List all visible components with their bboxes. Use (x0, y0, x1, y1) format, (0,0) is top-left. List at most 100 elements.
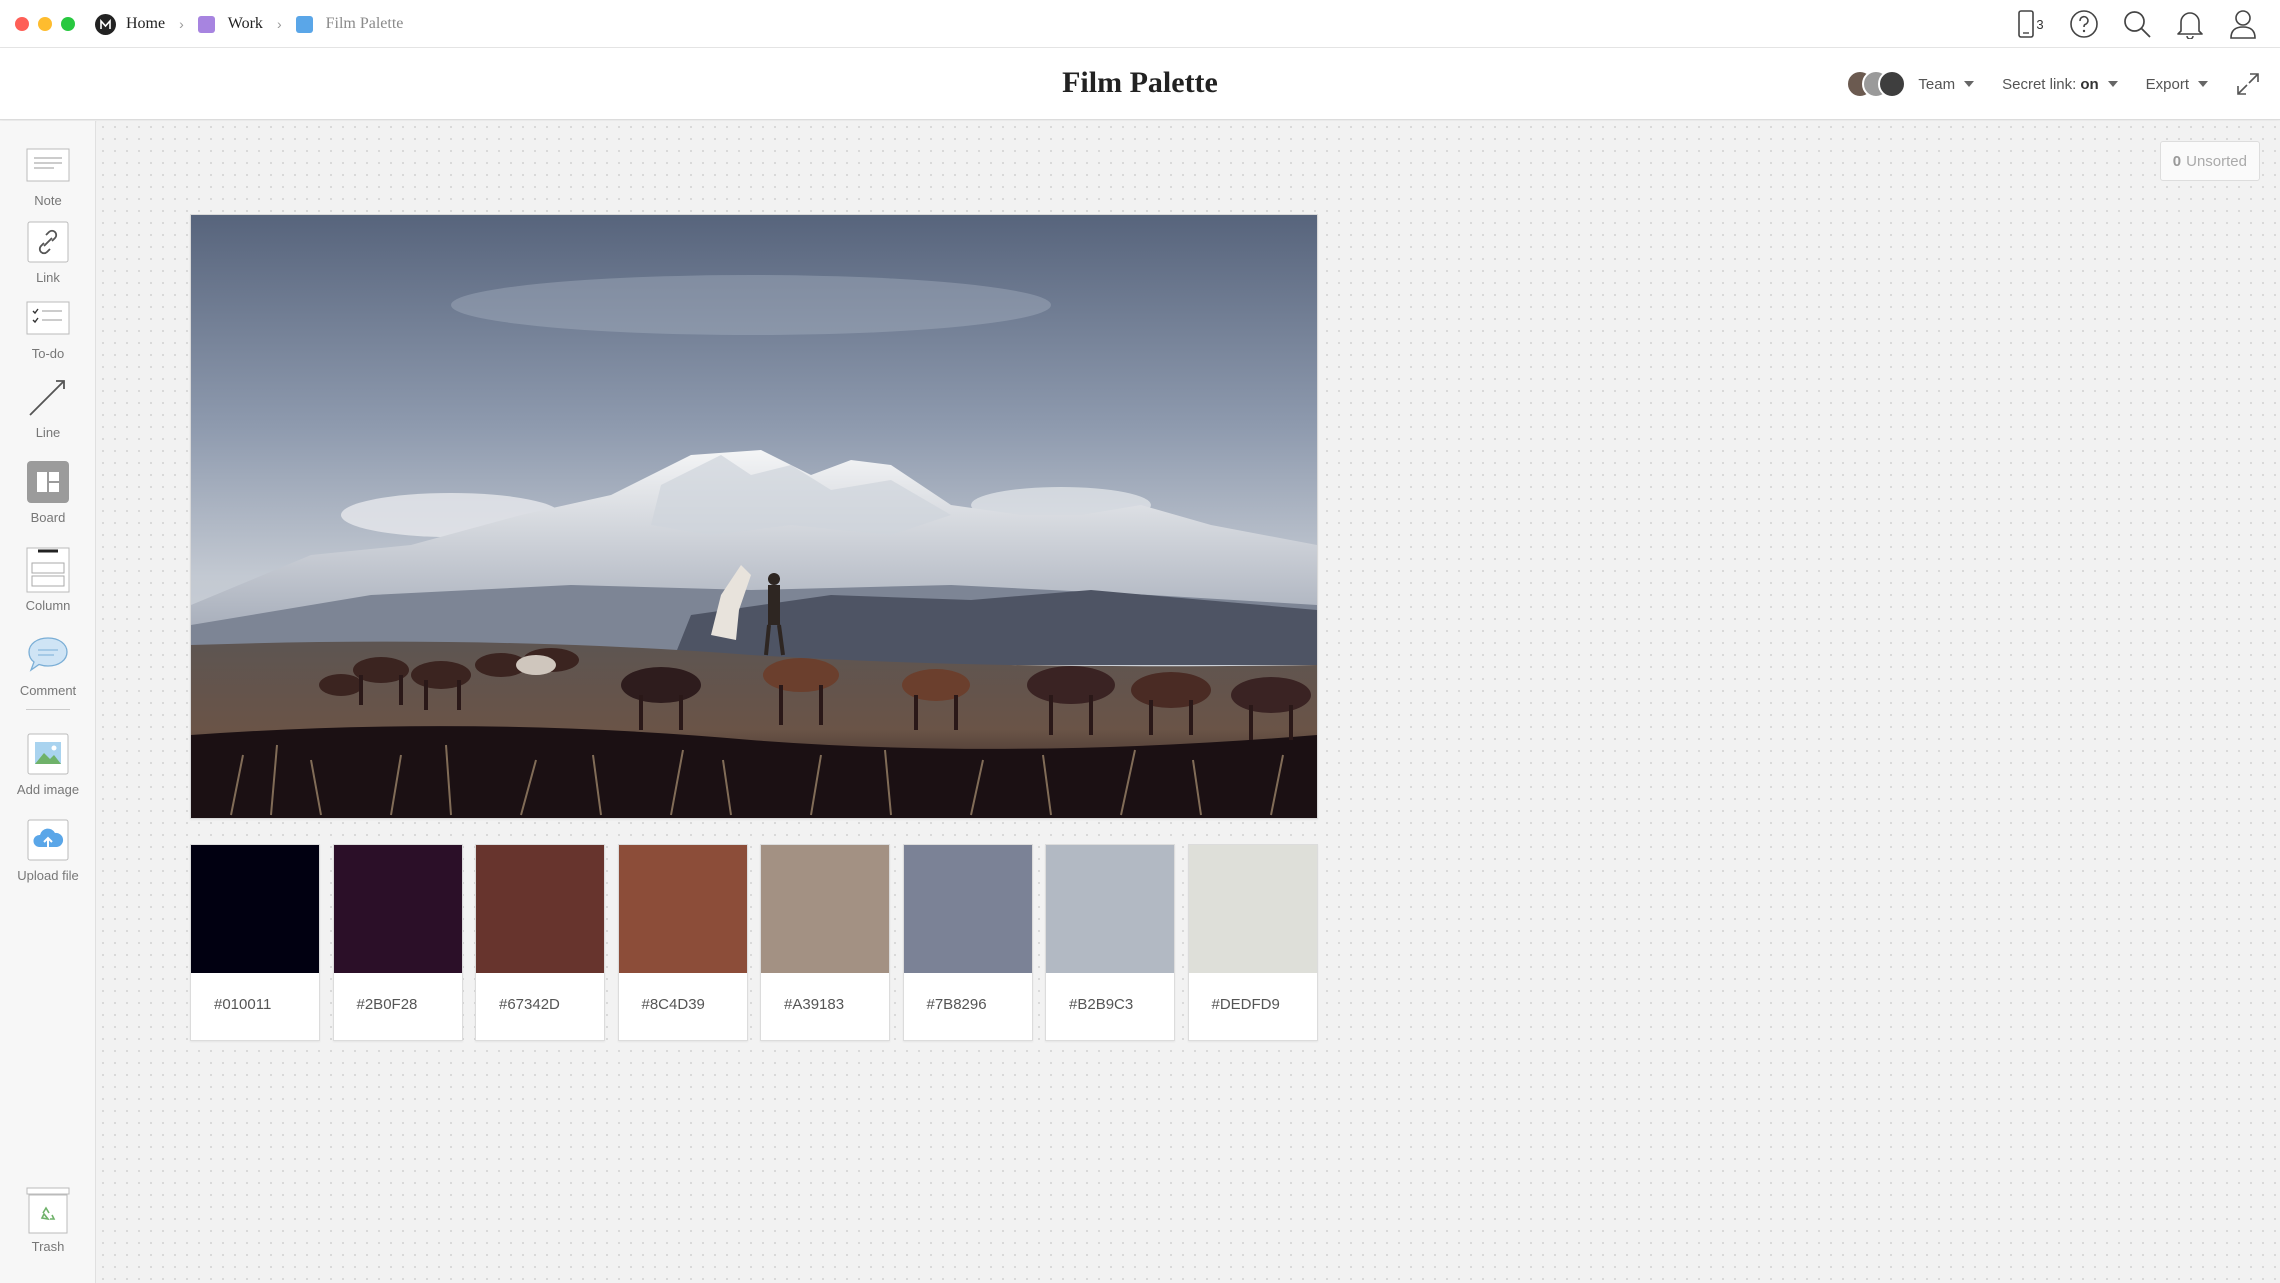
user-icon (2230, 10, 2256, 39)
swatch-color (903, 845, 1032, 973)
swatch-color (1188, 845, 1317, 973)
help-button[interactable] (2068, 8, 2100, 40)
tool-board[interactable]: Board (0, 460, 96, 525)
tool-todo[interactable]: To-do (0, 296, 96, 361)
color-swatch-card[interactable]: #DEDFD9 (1187, 844, 1318, 1041)
breadcrumb-work-label: Work (227, 15, 263, 32)
collaborator-avatars[interactable] (1846, 70, 1907, 98)
line-icon (26, 375, 70, 419)
tool-label: Upload file (17, 868, 79, 883)
tool-label: Line (35, 425, 61, 440)
swatch-hex-label: #A39183 (784, 996, 845, 1013)
tool-label: Column (25, 598, 71, 613)
account-button[interactable] (2227, 8, 2259, 40)
swatch-hex-label: #7B8296 (926, 996, 987, 1013)
swatch-hex-label: #010011 (214, 996, 272, 1013)
comment-icon (26, 633, 70, 677)
image-icon (26, 732, 70, 776)
unsorted-button[interactable]: 0 Unsorted (2159, 141, 2260, 181)
breadcrumb-work[interactable]: Work (197, 15, 263, 33)
bell-icon (2177, 12, 2203, 39)
window-maximize-button[interactable] (61, 17, 75, 31)
window-titlebar: Home › Work › Film Palette 3 (0, 0, 2280, 48)
color-swatch-card[interactable]: #B2B9C3 (1045, 844, 1175, 1041)
chevron-right-icon: › (276, 16, 282, 32)
tool-label: Add image (16, 782, 80, 797)
tool-label: Board (30, 510, 66, 525)
board-icon (26, 460, 70, 504)
swatch-hex-label: #B2B9C3 (1069, 996, 1134, 1013)
tool-trash[interactable]: Trash (0, 1187, 96, 1254)
swatch-row: #010011 #2B0F28 #67342D #8C4D39 #A39183 … (190, 844, 1318, 1041)
secret-link-value: on (2080, 75, 2099, 93)
expand-icon (2237, 73, 2259, 95)
note-icon (26, 143, 70, 187)
milanote-logo-icon (95, 13, 116, 35)
swatch-color (191, 845, 319, 973)
board-color-icon (197, 15, 215, 33)
breadcrumb-home[interactable]: Home (95, 13, 166, 35)
upload-icon (26, 818, 70, 862)
secret-link-label: Secret link: (2002, 75, 2077, 93)
window-close-button[interactable] (15, 17, 29, 31)
chevron-right-icon: › (179, 16, 184, 32)
swatch-hex-label: #8C4D39 (641, 996, 705, 1013)
caret-down-icon (2198, 81, 2208, 87)
export-button[interactable]: Export (2146, 76, 2208, 93)
swatch-color (333, 845, 462, 973)
team-label: Team (1918, 75, 1956, 93)
breadcrumb-home-label: Home (126, 15, 166, 32)
tool-line[interactable]: Line (0, 375, 96, 440)
trash-icon (26, 1187, 70, 1234)
caret-down-icon (2107, 81, 2118, 87)
tool-label: Link (36, 270, 60, 285)
search-button[interactable] (2121, 8, 2153, 40)
device-count: 3 (2036, 16, 2044, 32)
mobile-device-icon (2018, 10, 2035, 38)
tool-comment[interactable]: Comment (0, 633, 96, 698)
color-swatch-card[interactable]: #7B8296 (902, 844, 1033, 1041)
color-swatch-card[interactable]: #67342D (475, 844, 605, 1041)
tool-link[interactable]: Link (0, 220, 96, 285)
tool-add-image[interactable]: Add image (0, 732, 96, 797)
breadcrumb-current-label: Film Palette (325, 15, 404, 32)
breadcrumb-current[interactable]: Film Palette (295, 15, 404, 33)
swatch-hex-label: #DEDFD9 (1211, 996, 1280, 1013)
tool-label: Trash (31, 1239, 65, 1254)
mobile-device-button[interactable]: 3 (2015, 8, 2047, 40)
color-swatch-card[interactable]: #2B0F28 (332, 844, 463, 1041)
export-label: Export (2145, 75, 2189, 93)
board-color-icon (295, 15, 313, 33)
sidebar-divider (26, 709, 70, 710)
color-swatch-card[interactable]: #A39183 (760, 844, 890, 1041)
unsorted-label: Unsorted (2186, 152, 2247, 170)
color-swatch-card[interactable]: #8C4D39 (617, 844, 748, 1041)
swatch-color (761, 845, 889, 973)
color-swatch-card[interactable]: #010011 (190, 844, 320, 1041)
swatch-color (618, 845, 747, 973)
swatch-hex-label: #67342D (499, 996, 560, 1013)
search-icon (2124, 11, 2151, 38)
notifications-button[interactable] (2174, 8, 2206, 40)
todo-icon (26, 296, 70, 340)
swatch-hex-label: #2B0F28 (356, 996, 418, 1013)
fullscreen-button[interactable] (2236, 72, 2260, 96)
caret-down-icon (1964, 81, 1975, 87)
tool-label: To-do (31, 346, 65, 361)
secret-link-button[interactable]: Secret link: on (2002, 76, 2118, 93)
breadcrumb: Home › Work › Film Palette (95, 0, 403, 48)
tool-note[interactable]: Note (0, 143, 96, 208)
tool-label: Comment (19, 683, 77, 698)
image-card[interactable] (190, 214, 1318, 819)
help-icon (2070, 10, 2098, 38)
swatch-color (476, 845, 604, 973)
swatch-color (1046, 845, 1174, 973)
link-icon (26, 220, 70, 264)
team-menu-button[interactable]: Team (1918, 75, 1975, 93)
tool-column[interactable]: Column (0, 547, 96, 613)
tool-upload-file[interactable]: Upload file (0, 818, 96, 883)
window-minimize-button[interactable] (38, 17, 52, 31)
board-header: Film Palette Team Secret link: on Export (0, 48, 2280, 120)
avatar (1878, 70, 1907, 98)
column-icon (26, 547, 70, 593)
